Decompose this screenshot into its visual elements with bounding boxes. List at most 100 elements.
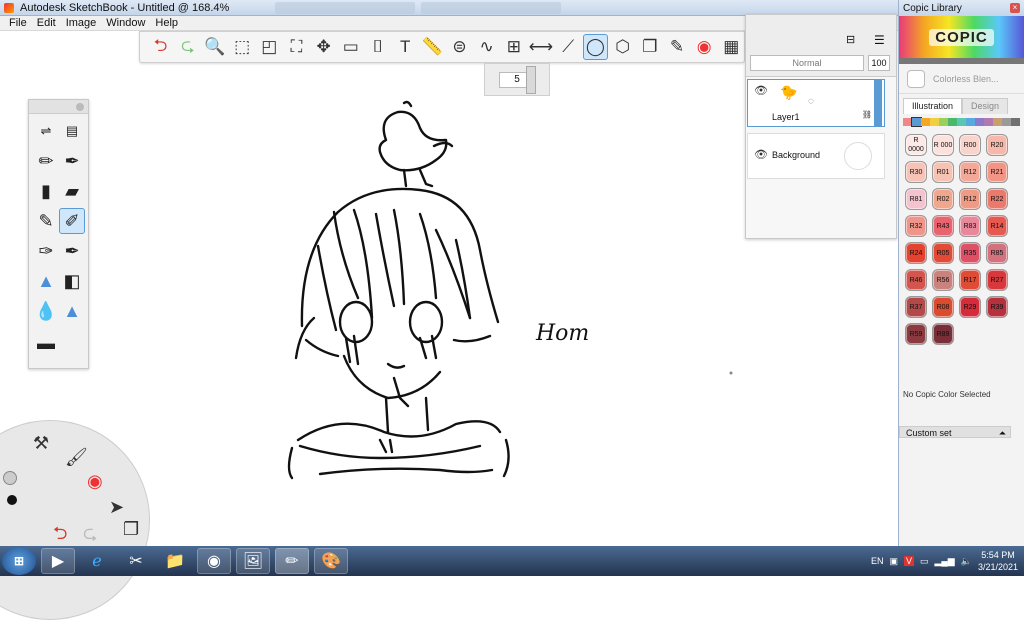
- layer-menu-icon[interactable]: ☰: [874, 33, 885, 47]
- layer-link-icon[interactable]: ⛓: [862, 110, 872, 119]
- copic-swatch[interactable]: R08: [932, 296, 954, 318]
- polygon-shape-icon[interactable]: ⬡: [610, 34, 635, 60]
- custom-set-header[interactable]: Custom set ⏶: [899, 426, 1011, 438]
- collapse-icon[interactable]: ⏶: [999, 427, 1006, 439]
- copic-swatch[interactable]: R43: [932, 215, 954, 237]
- copic-swatch[interactable]: R83: [959, 215, 981, 237]
- layer-item-background[interactable]: 👁 Background: [747, 133, 885, 179]
- copic-swatch[interactable]: R00: [959, 134, 981, 156]
- tray-icon[interactable]: ▣: [889, 556, 898, 567]
- copic-swatch[interactable]: R20: [986, 134, 1008, 156]
- layer-opacity-bar[interactable]: [874, 80, 882, 126]
- file-explorer-icon[interactable]: 📁: [158, 548, 192, 574]
- sketchbook-icon[interactable]: ✏: [275, 548, 309, 574]
- close-icon[interactable]: [76, 103, 84, 111]
- copic-swatch[interactable]: R85: [986, 242, 1008, 264]
- color-wheel-icon[interactable]: ◉: [87, 471, 103, 492]
- zoom-icon[interactable]: 🔍: [202, 34, 227, 60]
- stroke-icon[interactable]: ⟋: [556, 34, 581, 60]
- copic-swatch[interactable]: R56: [932, 269, 954, 291]
- copic-swatch[interactable]: R32: [905, 215, 927, 237]
- transform-icon[interactable]: ▭: [338, 34, 363, 60]
- brush-library-icon[interactable]: ✎: [664, 34, 689, 60]
- blend-mode-select[interactable]: Normal: [750, 55, 864, 71]
- antivirus-icon[interactable]: V: [903, 556, 914, 566]
- layout-icon[interactable]: ▦: [719, 34, 744, 60]
- brush-palette-header[interactable]: [29, 100, 88, 114]
- eye-icon[interactable]: 👁: [754, 84, 768, 97]
- background-color-swatch[interactable]: [844, 142, 872, 170]
- brush-icon[interactable]: 🖌: [65, 447, 88, 468]
- copic-swatch[interactable]: R14: [986, 215, 1008, 237]
- smudge-icon[interactable]: ▲: [33, 268, 59, 294]
- copic-swatch[interactable]: R01: [932, 161, 954, 183]
- copic-swatch[interactable]: R21: [986, 161, 1008, 183]
- brush-settings-icon[interactable]: ⇌: [33, 118, 59, 144]
- copic-swatch[interactable]: R37: [905, 296, 927, 318]
- internet-explorer-icon[interactable]: ℯ: [80, 548, 114, 574]
- power-icon[interactable]: ▭: [920, 556, 929, 567]
- brush-grid-icon[interactable]: ▤: [59, 118, 85, 144]
- color-wheel-icon[interactable]: ◉: [692, 34, 717, 60]
- tab-design[interactable]: Design: [962, 98, 1009, 114]
- colorless-blender-swatch[interactable]: Colorless Blen...: [899, 64, 1024, 94]
- layers-icon[interactable]: ❐: [123, 519, 139, 540]
- start-button[interactable]: ⊞: [2, 547, 36, 575]
- menu-window[interactable]: Window: [101, 16, 150, 30]
- menu-image[interactable]: Image: [61, 16, 102, 30]
- ink-pen-icon[interactable]: ✎: [33, 208, 59, 234]
- menu-edit[interactable]: Edit: [32, 16, 61, 30]
- color-family-strip[interactable]: [903, 117, 1020, 127]
- copic-swatch[interactable]: R22: [986, 188, 1008, 210]
- copic-swatch[interactable]: R 000: [932, 134, 954, 156]
- copic-swatch[interactable]: R12: [959, 161, 981, 183]
- copy-icon[interactable]: ❐: [637, 34, 662, 60]
- copic-swatch[interactable]: R35: [959, 242, 981, 264]
- pencil-icon[interactable]: ✏: [33, 148, 59, 174]
- clock[interactable]: 5:54 PM 3/21/2021: [978, 549, 1018, 573]
- ellipse-shape-icon[interactable]: ◯: [582, 34, 609, 60]
- redo-icon[interactable]: ⮎: [175, 34, 200, 60]
- copic-swatch[interactable]: R46: [905, 269, 927, 291]
- media-player-icon[interactable]: ▶: [41, 548, 75, 574]
- chrome-icon[interactable]: ◉: [197, 548, 231, 574]
- copic-swatch[interactable]: R30: [905, 161, 927, 183]
- copic-swatch[interactable]: R27: [986, 269, 1008, 291]
- eye-icon[interactable]: 👁: [754, 148, 768, 161]
- layer-lock-icon[interactable]: ⊟: [846, 33, 855, 46]
- color-dot[interactable]: [7, 495, 17, 505]
- eraser-icon[interactable]: ◧: [59, 268, 85, 294]
- copic-swatch[interactable]: R 0000: [905, 134, 927, 156]
- language-indicator[interactable]: EN: [871, 556, 884, 566]
- fill-icon[interactable]: ▬: [33, 330, 59, 356]
- text-icon[interactable]: T: [393, 34, 418, 60]
- copic-swatch[interactable]: R17: [959, 269, 981, 291]
- crop-icon[interactable]: ⛶: [284, 34, 309, 60]
- copic-swatch[interactable]: R05: [932, 242, 954, 264]
- paint-icon[interactable]: 🖼: [236, 548, 270, 574]
- undo-icon[interactable]: ⮌: [148, 34, 173, 60]
- marker-icon[interactable]: ▮: [33, 178, 59, 204]
- ellipse-guide-icon[interactable]: ⊜: [447, 34, 472, 60]
- select-icon[interactable]: ⬚: [230, 34, 255, 60]
- pen-icon[interactable]: ✒: [59, 148, 85, 174]
- brush-size-knob[interactable]: [3, 471, 17, 485]
- copic-swatch[interactable]: R39: [986, 296, 1008, 318]
- copic-swatch[interactable]: R12: [959, 188, 981, 210]
- opacity-field[interactable]: 100: [868, 55, 890, 71]
- close-icon[interactable]: ×: [1010, 3, 1020, 13]
- water-drop-icon[interactable]: 💧: [33, 298, 59, 324]
- perspective-icon[interactable]: ⊞: [501, 34, 526, 60]
- crop-select-icon[interactable]: ◰: [257, 34, 282, 60]
- menu-file[interactable]: File: [4, 16, 32, 30]
- copic-swatch[interactable]: R59: [905, 323, 927, 345]
- layer-item-layer1[interactable]: 👁 🐤 ◌ Layer1 ⛓: [747, 79, 885, 127]
- ruler-icon[interactable]: 📏: [420, 34, 445, 60]
- background-tab[interactable]: [421, 1, 562, 14]
- distort-icon[interactable]: ⌷: [365, 34, 390, 60]
- symmetry-icon[interactable]: ⟷: [528, 34, 553, 60]
- brush-size-slider[interactable]: [526, 66, 536, 94]
- brush-pen-icon[interactable]: ✑: [33, 238, 59, 264]
- snipping-tool-icon[interactable]: ✂: [119, 548, 153, 574]
- copic-swatch[interactable]: R81: [905, 188, 927, 210]
